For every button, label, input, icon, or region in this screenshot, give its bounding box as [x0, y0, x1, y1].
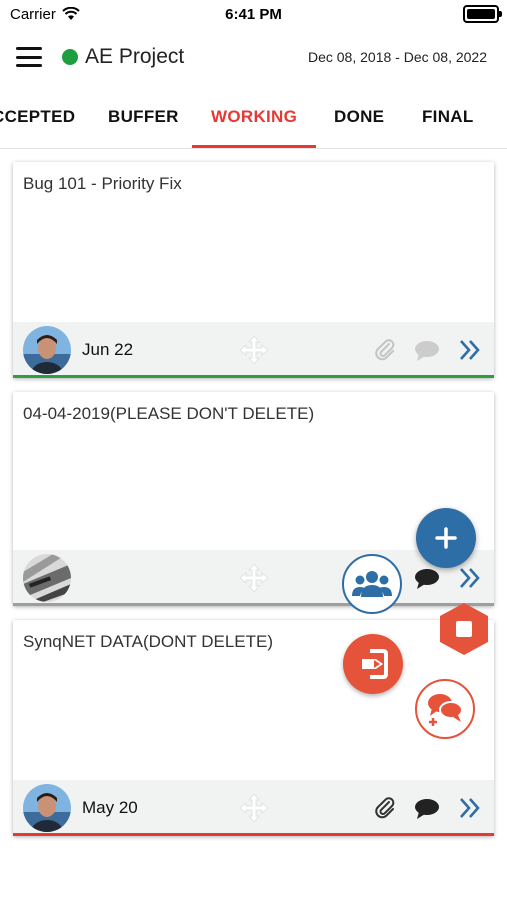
status-bar-gray — [13, 603, 494, 606]
team-button[interactable] — [342, 554, 402, 614]
chat-icon[interactable] — [414, 340, 440, 362]
carrier-label: Carrier — [10, 5, 56, 23]
chat-icon[interactable] — [414, 568, 440, 590]
due-date: Jun 22 — [82, 340, 134, 359]
paperclip-icon[interactable] — [373, 338, 397, 362]
task-title: 04-04-2019(PLEASE DON'T DELETE) — [23, 404, 315, 423]
project-status-dot — [62, 49, 78, 65]
task-card-footer: May 20 — [13, 780, 494, 836]
task-card-footer: Jun 22 — [13, 322, 494, 378]
stop-button[interactable] — [438, 602, 490, 656]
hamburger-icon[interactable] — [16, 47, 42, 67]
move-icon[interactable] — [239, 563, 269, 593]
move-icon[interactable] — [239, 793, 269, 823]
add-task-button[interactable] — [416, 508, 476, 568]
status-bar-green — [13, 375, 494, 378]
task-title: Bug 101 - Priority Fix — [23, 174, 182, 193]
task-card[interactable]: Bug 101 - Priority Fix Jun 22 — [13, 162, 494, 378]
active-tab-indicator — [192, 145, 316, 148]
logout-button[interactable] — [343, 634, 403, 694]
plus-icon — [435, 527, 457, 549]
battery-icon — [463, 5, 502, 23]
team-icon — [352, 571, 392, 597]
chat-icon[interactable] — [414, 798, 440, 820]
double-chevron-icon[interactable] — [458, 796, 482, 820]
task-card-footer — [13, 550, 494, 606]
double-chevron-icon[interactable] — [458, 338, 482, 362]
tab-buffer[interactable]: BUFFER — [108, 86, 179, 148]
task-card[interactable]: 04-04-2019(PLEASE DON'T DELETE) — [13, 392, 494, 606]
move-icon[interactable] — [239, 335, 269, 365]
project-date-range: Dec 08, 2018 - Dec 08, 2022 — [307, 49, 487, 65]
stop-icon — [456, 621, 472, 637]
chat-add-icon — [428, 694, 463, 726]
due-date: May 20 — [82, 798, 138, 817]
double-chevron-icon[interactable] — [458, 566, 482, 590]
tab-accepted[interactable]: CCEPTED — [0, 86, 75, 148]
avatar[interactable] — [23, 554, 71, 602]
tab-done[interactable]: DONE — [334, 86, 384, 148]
add-comment-button[interactable] — [415, 679, 475, 739]
status-bar-red — [13, 833, 494, 836]
clock: 6:41 PM — [225, 5, 282, 23]
avatar[interactable] — [23, 326, 71, 374]
stage-tabs: CCEPTED BUFFER WORKING DONE FINAL — [0, 86, 507, 149]
avatar[interactable] — [23, 784, 71, 832]
tab-working[interactable]: WORKING — [211, 86, 297, 148]
status-bar: Carrier 6:41 PM — [0, 0, 507, 28]
task-title: SynqNET DATA(DONT DELETE) — [23, 632, 274, 651]
tab-final[interactable]: FINAL — [422, 86, 474, 148]
project-title[interactable]: AE Project — [85, 45, 184, 69]
logout-icon — [362, 649, 388, 679]
paperclip-icon[interactable] — [373, 796, 397, 820]
wifi-icon — [62, 7, 80, 20]
app-header: AE Project Dec 08, 2018 - Dec 08, 2022 — [0, 28, 507, 86]
